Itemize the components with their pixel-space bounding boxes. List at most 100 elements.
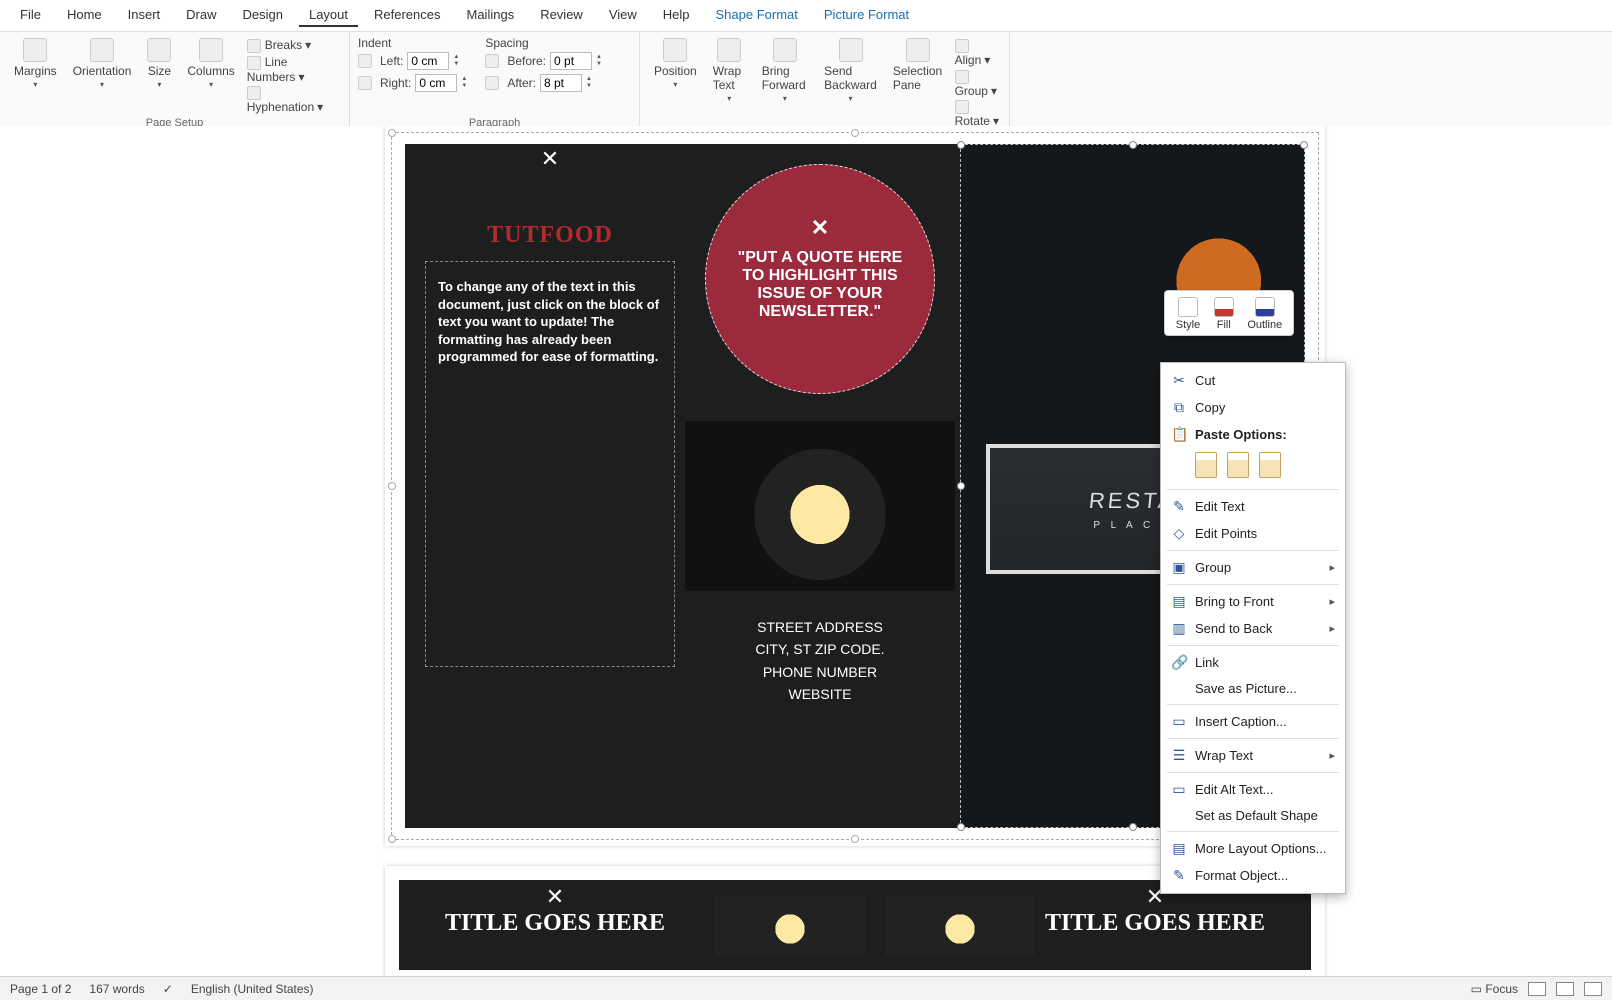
- status-page[interactable]: Page 1 of 2: [10, 982, 71, 996]
- tab-help[interactable]: Help: [653, 4, 700, 27]
- tab-insert[interactable]: Insert: [118, 4, 171, 27]
- wrap-text-button[interactable]: Wrap Text▾: [707, 36, 752, 105]
- food-image-2[interactable]: [885, 896, 1035, 956]
- food-image-1[interactable]: [715, 896, 865, 956]
- tab-review[interactable]: Review: [530, 4, 593, 27]
- menu-more-layout-options[interactable]: ▤More Layout Options...: [1161, 835, 1345, 862]
- page2-title-right[interactable]: TITLE GOES HERE: [1025, 910, 1285, 937]
- menu-send-to-back[interactable]: ▥Send to Back▸: [1161, 615, 1345, 642]
- indent-left-spinner[interactable]: ▲▼: [453, 54, 459, 68]
- line-numbers-button[interactable]: Line Numbers▾: [247, 55, 339, 84]
- columns-icon: [199, 38, 223, 62]
- selection-handle[interactable]: [1300, 141, 1308, 149]
- tab-references[interactable]: References: [364, 4, 450, 27]
- position-button[interactable]: Position▾: [648, 36, 703, 91]
- spacing-after-label: After:: [507, 76, 536, 90]
- quote-circle[interactable]: ✕ "PUT A QUOTE HERE TO HIGHLIGHT THIS IS…: [705, 164, 935, 394]
- spacing-before-input[interactable]: [550, 52, 592, 70]
- menu-edit-text[interactable]: ✎Edit Text: [1161, 493, 1345, 520]
- indent-right-label: Right:: [380, 76, 411, 90]
- selection-handle[interactable]: [957, 482, 965, 490]
- menu-cut[interactable]: ✂Cut: [1161, 367, 1345, 394]
- rotate-button[interactable]: Rotate▾: [955, 100, 999, 129]
- menu-insert-caption[interactable]: ▭Insert Caption...: [1161, 708, 1345, 735]
- tab-shape-format[interactable]: Shape Format: [706, 4, 808, 27]
- submenu-arrow-icon: ▸: [1329, 749, 1335, 762]
- group-button[interactable]: Group▾: [955, 69, 999, 98]
- group-arrange: Position▾ Wrap Text▾ Bring Forward▾ Send…: [640, 32, 1010, 131]
- tab-mailings[interactable]: Mailings: [457, 4, 525, 27]
- margins-button[interactable]: Margins▾: [8, 36, 63, 91]
- breaks-button[interactable]: Breaks▾: [247, 38, 339, 53]
- group-handle[interactable]: [851, 129, 859, 137]
- bring-forward-button[interactable]: Bring Forward▾: [756, 36, 814, 105]
- print-layout-button[interactable]: [1556, 982, 1574, 996]
- selection-pane-button[interactable]: Selection Pane: [887, 36, 949, 94]
- menu-edit-points[interactable]: ◇Edit Points: [1161, 520, 1345, 547]
- status-proofing-icon[interactable]: ✓: [163, 982, 173, 996]
- tab-view[interactable]: View: [599, 4, 647, 27]
- menu-link[interactable]: 🔗Link: [1161, 649, 1345, 676]
- style-icon: [1178, 297, 1198, 317]
- editable-text-box[interactable]: To change any of the text in this docume…: [425, 261, 675, 667]
- columns-button[interactable]: Columns▾: [181, 36, 240, 91]
- focus-mode-button[interactable]: ▭ Focus: [1471, 982, 1518, 996]
- menu-bring-to-front[interactable]: ▤Bring to Front▸: [1161, 588, 1345, 615]
- mini-outline-button[interactable]: Outline: [1247, 297, 1282, 331]
- spacing-after-spinner[interactable]: ▲▼: [586, 76, 592, 90]
- menu-alt-text-label: Edit Alt Text...: [1195, 782, 1274, 797]
- tab-layout[interactable]: Layout: [299, 4, 358, 27]
- page2-title-left[interactable]: TITLE GOES HERE: [425, 910, 685, 937]
- address-website: WEBSITE: [685, 683, 955, 705]
- alt-text-icon: ▭: [1171, 781, 1187, 798]
- selection-handle[interactable]: [1129, 141, 1137, 149]
- send-backward-button[interactable]: Send Backward▾: [818, 36, 883, 105]
- ribbon: Margins▾ Orientation▾ Size▾ Columns▾ Bre…: [0, 32, 1612, 132]
- menu-edit-alt-text[interactable]: ▭ Edit Alt Text...: [1161, 776, 1345, 803]
- spacing-before-spinner[interactable]: ▲▼: [596, 54, 602, 68]
- selection-handle[interactable]: [957, 141, 965, 149]
- hyphenation-button[interactable]: Hyphenation▾: [247, 86, 339, 115]
- menu-format-object[interactable]: ✎Format Object...: [1161, 862, 1345, 889]
- menu-copy[interactable]: ⧉Copy: [1161, 394, 1345, 421]
- align-button[interactable]: Align▾: [955, 38, 999, 67]
- menu-set-default-shape[interactable]: Set as Default Shape: [1161, 803, 1345, 828]
- size-button[interactable]: Size▾: [141, 36, 177, 91]
- tab-draw[interactable]: Draw: [176, 4, 226, 27]
- group-handle[interactable]: [388, 482, 396, 490]
- group-handle[interactable]: [388, 129, 396, 137]
- menu-separator: [1167, 704, 1339, 705]
- size-label: Size: [148, 64, 171, 78]
- web-layout-button[interactable]: [1584, 982, 1602, 996]
- selection-handle[interactable]: [1129, 823, 1137, 831]
- status-language[interactable]: English (United States): [191, 982, 314, 996]
- paste-keep-source-button[interactable]: [1195, 452, 1217, 478]
- paste-merge-button[interactable]: [1227, 452, 1249, 478]
- tab-picture-format[interactable]: Picture Format: [814, 4, 919, 27]
- tab-file[interactable]: File: [10, 4, 51, 27]
- breaks-label: Breaks: [265, 38, 302, 52]
- menu-wrap-text[interactable]: ☰Wrap Text▸: [1161, 742, 1345, 769]
- indent-right-input[interactable]: [415, 74, 457, 92]
- mini-style-button[interactable]: Style: [1176, 297, 1200, 331]
- group-handle[interactable]: [388, 835, 396, 843]
- menu-group[interactable]: ▣Group▸: [1161, 554, 1345, 581]
- group-handle[interactable]: [851, 835, 859, 843]
- indent-right-spinner[interactable]: ▲▼: [461, 76, 467, 90]
- food-bowl-image[interactable]: [685, 421, 955, 591]
- brand-title[interactable]: TUTFOOD: [425, 222, 675, 249]
- status-words[interactable]: 167 words: [89, 982, 144, 996]
- orientation-button[interactable]: Orientation▾: [67, 36, 138, 91]
- tab-design[interactable]: Design: [233, 4, 293, 27]
- indent-left-input[interactable]: [407, 52, 449, 70]
- address-block[interactable]: STREET ADDRESS CITY, ST ZIP CODE. PHONE …: [685, 616, 955, 706]
- selection-handle[interactable]: [957, 823, 965, 831]
- spacing-after-input[interactable]: [540, 74, 582, 92]
- paste-picture-button[interactable]: [1259, 452, 1281, 478]
- menu-save-as-picture[interactable]: Save as Picture...: [1161, 676, 1345, 701]
- read-mode-button[interactable]: [1528, 982, 1546, 996]
- menu-caption-label: Insert Caption...: [1195, 714, 1287, 729]
- tab-home[interactable]: Home: [57, 4, 112, 27]
- document-canvas[interactable]: ✕ TUTFOOD To change any of the text in t…: [0, 126, 1612, 976]
- mini-fill-button[interactable]: Fill: [1214, 297, 1234, 331]
